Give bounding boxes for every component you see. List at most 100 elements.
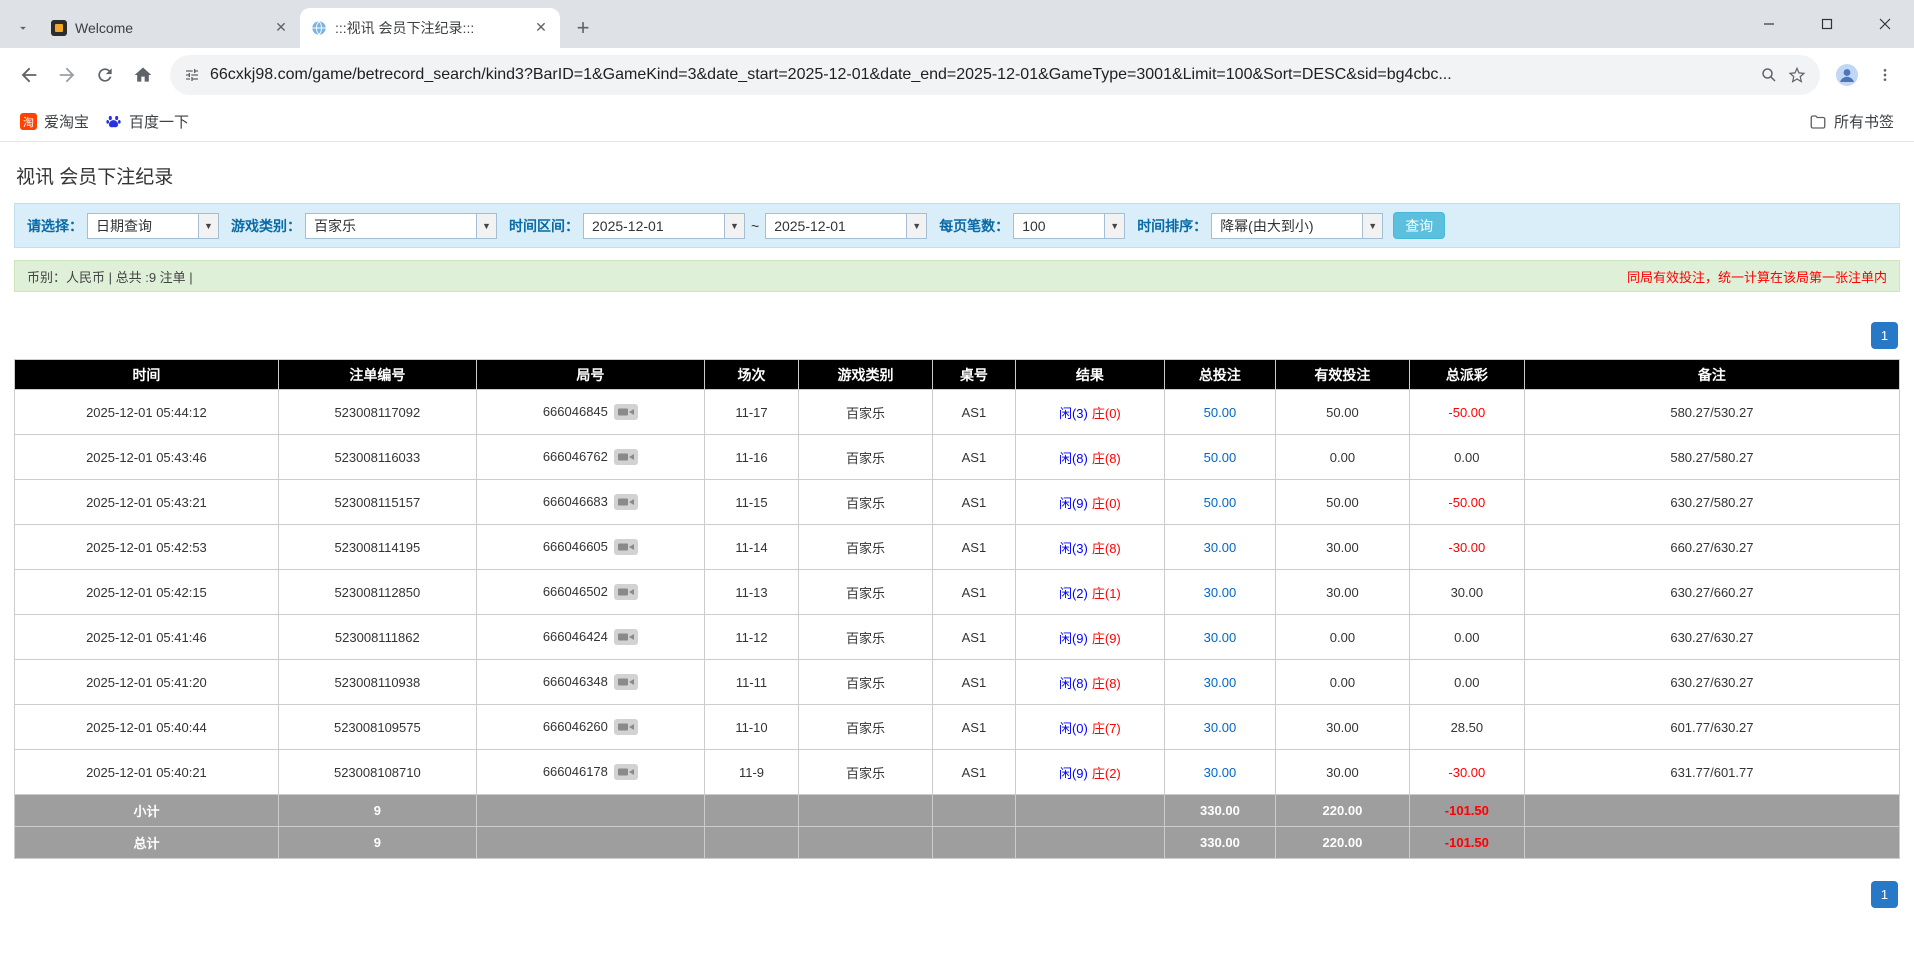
chevron-down-icon[interactable]: ▼ <box>906 213 927 238</box>
result-player: 闲(9) <box>1058 765 1088 781</box>
result-banker: 庄(2) <box>1091 765 1121 781</box>
summary-bar: 币别：人民币 | 总共 :9 注单 | 同局有效投注，统一计算在该局第一张注单内 <box>14 260 1900 292</box>
tab-close-icon[interactable]: ✕ <box>272 19 290 37</box>
video-replay-icon[interactable] <box>613 719 638 736</box>
total-bet-link[interactable]: 30.00 <box>1204 585 1237 600</box>
sort-order-select[interactable]: 降幂(由大到小) ▼ <box>1211 212 1384 239</box>
result-banker: 庄(8) <box>1091 675 1121 691</box>
video-replay-icon[interactable] <box>613 629 638 646</box>
refresh-button[interactable] <box>86 56 124 94</box>
bookmark-star-icon[interactable] <box>1788 66 1806 84</box>
game-type-select[interactable]: 百家乐 ▼ <box>305 212 497 239</box>
chevron-down-icon[interactable]: ▼ <box>198 213 218 238</box>
cell-session: 11-16 <box>703 434 800 480</box>
cell-time: 2025-12-01 05:42:15 <box>14 569 279 615</box>
per-page-select[interactable]: 100 ▼ <box>1013 212 1126 239</box>
cell-total-bet: 50.00 <box>1163 434 1277 480</box>
site-info-icon[interactable] <box>184 67 200 83</box>
chevron-down-icon[interactable]: ▼ <box>724 213 744 238</box>
chevron-down-icon[interactable]: ▼ <box>476 213 496 238</box>
maximize-button[interactable] <box>1798 0 1856 48</box>
cell-time: 2025-12-01 05:42:53 <box>14 524 279 570</box>
video-replay-icon[interactable] <box>613 494 638 511</box>
total-bet-link[interactable]: 30.00 <box>1204 720 1237 735</box>
total-bet-link[interactable]: 50.00 <box>1204 405 1237 420</box>
chevron-down-icon[interactable]: ▼ <box>1104 213 1125 238</box>
cell-result: 闲(8) 庄(8) <box>1014 434 1165 480</box>
all-bookmarks-button[interactable]: 所有书签 <box>1801 106 1902 137</box>
sort-order-label: 时间排序： <box>1137 217 1208 234</box>
round-id-text: 666046348 <box>542 673 608 689</box>
tab-search-chevron-icon[interactable] <box>6 8 40 48</box>
zoom-icon[interactable] <box>1760 66 1778 84</box>
url-text[interactable]: 66cxkj98.com/game/betrecord_search/kind3… <box>210 66 1750 84</box>
result-banker: 庄(7) <box>1091 720 1121 736</box>
sort-order-value: 降幂(由大到小) <box>1220 217 1314 234</box>
cell-note: 580.27/580.27 <box>1523 434 1901 480</box>
cell-total-bet: 50.00 <box>1163 389 1277 435</box>
back-button[interactable] <box>10 56 48 94</box>
bookmark-taobao[interactable]: 淘 爱淘宝 <box>12 106 97 137</box>
page-1-button[interactable]: 1 <box>1871 881 1898 908</box>
forward-button[interactable] <box>48 56 86 94</box>
pagination-bottom: 1 <box>16 881 1898 908</box>
cell-session: 11-9 <box>703 749 800 795</box>
cell-session: 11-15 <box>703 479 800 525</box>
cell-time: 2025-12-01 05:43:46 <box>14 434 279 480</box>
round-id-text: 666046683 <box>542 493 608 509</box>
subtotal-total-bet: 330.00 <box>1163 794 1277 827</box>
total-bet-link[interactable]: 30.00 <box>1204 675 1237 690</box>
profile-avatar-icon[interactable] <box>1828 56 1866 94</box>
video-replay-icon[interactable] <box>613 764 638 781</box>
total-bet-link[interactable]: 30.00 <box>1204 540 1237 555</box>
cell-game-type: 百家乐 <box>798 659 933 705</box>
cell-table-no: AS1 <box>931 434 1016 480</box>
table-header-row: 时间 注单编号 局号 场次 游戏类别 桌号 结果 总投注 有效投注 总派彩 备注 <box>14 359 1901 390</box>
video-replay-icon[interactable] <box>613 449 638 466</box>
result-player: 闲(2) <box>1058 585 1088 601</box>
address-bar[interactable]: 66cxkj98.com/game/betrecord_search/kind3… <box>170 55 1820 95</box>
tab-close-icon[interactable]: ✕ <box>532 19 550 37</box>
home-button[interactable] <box>124 56 162 94</box>
total-bet-link[interactable]: 30.00 <box>1204 630 1237 645</box>
total-bet-link[interactable]: 50.00 <box>1204 450 1237 465</box>
tab-title: Welcome <box>75 20 134 36</box>
page-1-button[interactable]: 1 <box>1871 322 1898 349</box>
cell-valid-bet: 0.00 <box>1275 434 1410 480</box>
total-row: 总计 9 330.00 220.00 -101.50 <box>14 826 1901 859</box>
cell-valid-bet: 50.00 <box>1275 479 1410 525</box>
date-start-select[interactable]: 2025-12-01 ▼ <box>583 212 745 239</box>
minimize-button[interactable] <box>1740 0 1798 48</box>
total-bet-link[interactable]: 50.00 <box>1204 495 1237 510</box>
cell-total-bet: 30.00 <box>1163 524 1277 570</box>
cell-round-id: 666046502 <box>475 569 705 615</box>
new-tab-button[interactable]: + <box>568 13 598 43</box>
video-replay-icon[interactable] <box>613 404 638 421</box>
cell-session: 11-14 <box>703 524 800 570</box>
tab-betrecord[interactable]: :::视讯 会员下注纪录::: ✕ <box>300 8 560 48</box>
header-bet-id: 注单编号 <box>277 359 477 390</box>
bookmark-baidu[interactable]: 百度一下 <box>97 106 197 137</box>
menu-dots-icon[interactable] <box>1866 56 1904 94</box>
game-type-label: 游戏类别： <box>231 217 301 234</box>
page-content: 视讯 会员下注纪录 请选择： 日期查询 ▼ 游戏类别： 百家乐 ▼ 时间区间： … <box>0 162 1914 908</box>
taobao-icon: 淘 <box>20 113 37 130</box>
query-type-select[interactable]: 日期查询 ▼ <box>87 212 219 239</box>
chevron-down-icon[interactable]: ▼ <box>1362 213 1383 238</box>
total-count: 9 <box>277 826 477 859</box>
result-banker: 庄(8) <box>1091 540 1121 556</box>
video-replay-icon[interactable] <box>613 539 638 556</box>
total-bet-link[interactable]: 30.00 <box>1204 765 1237 780</box>
result-banker: 庄(0) <box>1091 495 1121 511</box>
cell-total-bet: 30.00 <box>1163 704 1277 750</box>
tab-welcome[interactable]: Welcome ✕ <box>40 8 300 48</box>
close-button[interactable] <box>1856 0 1914 48</box>
search-button[interactable]: 查询 <box>1393 212 1446 239</box>
video-replay-icon[interactable] <box>613 674 638 691</box>
video-replay-icon[interactable] <box>613 584 638 601</box>
cell-result: 闲(0) 庄(7) <box>1014 704 1165 750</box>
cell-time: 2025-12-01 05:40:21 <box>14 749 279 795</box>
table-body: 2025-12-01 05:44:12 523008117092 6660468… <box>14 389 1901 795</box>
date-end-select[interactable]: 2025-12-01 ▼ <box>765 212 928 239</box>
cell-bet-id: 523008112850 <box>277 569 477 615</box>
